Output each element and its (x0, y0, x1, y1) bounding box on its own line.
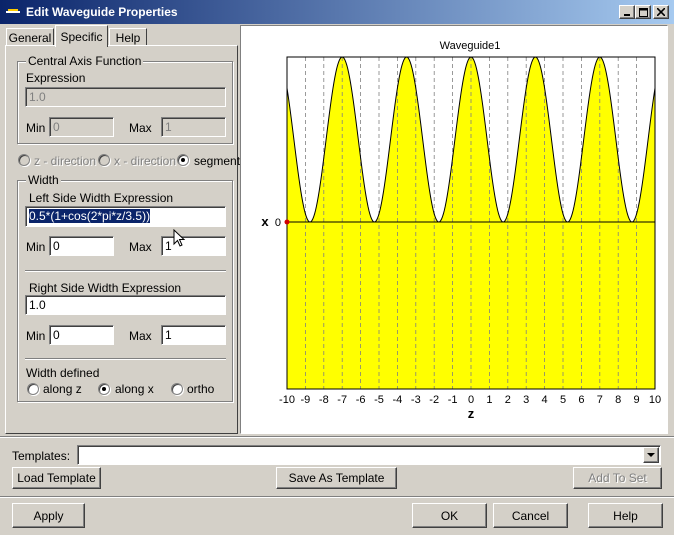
x-tick-label: -10 (279, 394, 295, 406)
segment-label: segment (194, 154, 241, 168)
width-separator-1 (25, 270, 226, 272)
templates-dropdown-button[interactable] (643, 447, 659, 463)
expression-label: Expression (26, 71, 86, 85)
right-min-label: Min (26, 329, 46, 343)
tab-general[interactable]: General (6, 28, 54, 46)
add-to-set-button[interactable]: Add To Set (573, 467, 662, 489)
z-direction-label: z - direction (34, 154, 97, 168)
ortho-label: ortho (187, 382, 215, 396)
tab-help[interactable]: Help (109, 28, 147, 46)
ortho-radio[interactable] (171, 383, 183, 395)
apply-button[interactable]: Apply (12, 503, 85, 528)
x-tick-label: 9 (634, 394, 640, 406)
x-tick-label: 7 (597, 394, 603, 406)
right-min-field[interactable]: 0 (49, 325, 114, 345)
minimize-button[interactable] (619, 5, 635, 19)
y-tick-label: 0 (275, 217, 281, 229)
chart-title: Waveguide1 (440, 40, 501, 52)
title-bar[interactable]: Edit Waveguide Properties (0, 0, 674, 24)
x-tick-label: 1 (486, 394, 492, 406)
maximize-button[interactable] (635, 5, 651, 19)
right-max-label: Max (129, 329, 152, 343)
x-direction-label: x - direction (114, 154, 177, 168)
x-tick-label: -8 (319, 394, 329, 406)
waveguide-chart[interactable]: Waveguide1 -10 -9 -8 -7 -6 -5 -4 -3 -2 -1 0 1 2 3 4 5 6 7… (241, 26, 667, 433)
chart-panel: Waveguide1 -10 -9 -8 -7 -6 -5 -4 -3 -2 -1 0 1 2 3 4 5 6 7… (240, 25, 668, 434)
x-tick-label: 8 (615, 394, 621, 406)
origin-marker (284, 219, 290, 225)
window-title: Edit Waveguide Properties (26, 5, 178, 19)
chevron-down-icon (647, 452, 655, 457)
along-z-radio[interactable] (27, 383, 39, 395)
width-group-label: Width (26, 173, 61, 187)
left-min-field[interactable]: 0 (49, 236, 114, 256)
left-min-label: Min (26, 240, 46, 254)
x-tick-label: 3 (523, 394, 529, 406)
help-button[interactable]: Help (588, 503, 663, 528)
central-axis-group-label: Central Axis Function (26, 54, 144, 68)
y-axis-label: x (261, 214, 269, 229)
x-tick-label: 5 (560, 394, 566, 406)
x-direction-radio[interactable] (98, 154, 110, 166)
right-width-label: Right Side Width Expression (29, 281, 182, 295)
x-tick-label: 10 (649, 394, 661, 406)
templates-separator (0, 436, 674, 438)
width-defined-label: Width defined (26, 366, 100, 380)
mouse-cursor-icon (173, 228, 187, 252)
segment-radio[interactable] (177, 154, 189, 166)
x-tick-label: -6 (356, 394, 366, 406)
footer-separator (0, 496, 674, 498)
x-tick-label: 2 (505, 394, 511, 406)
left-width-label: Left Side Width Expression (29, 191, 174, 205)
x-tick-label: -4 (393, 394, 403, 406)
left-max-field[interactable]: 1 (161, 236, 226, 256)
central-min-label: Min (26, 121, 46, 135)
x-tick-label: -2 (429, 394, 439, 406)
right-width-expression-field[interactable]: 1.0 (25, 295, 226, 315)
along-x-radio[interactable] (98, 383, 110, 395)
app-icon (5, 6, 21, 18)
along-z-label: along z (43, 382, 82, 396)
cancel-button[interactable]: Cancel (493, 503, 568, 528)
x-tick-label: 6 (578, 394, 584, 406)
width-separator-2 (25, 358, 226, 360)
central-max-field[interactable]: 1 (161, 117, 226, 137)
left-width-expression-value: 0.5*(1+cos(2*pi*z/3.5)) (29, 209, 151, 223)
left-max-label: Max (129, 240, 152, 254)
central-max-label: Max (129, 121, 152, 135)
central-expression-field[interactable]: 1.0 (25, 87, 226, 107)
load-template-button[interactable]: Load Template (12, 467, 101, 489)
x-tick-label: 0 (468, 394, 474, 406)
templates-combo[interactable] (77, 445, 661, 465)
tab-specific[interactable]: Specific (55, 25, 108, 47)
x-tick-label: -3 (411, 394, 421, 406)
x-tick-label: -1 (448, 394, 458, 406)
templates-label: Templates: (12, 449, 71, 463)
x-tick-label: -7 (337, 394, 347, 406)
close-button[interactable] (653, 5, 669, 19)
along-x-label: along x (115, 382, 154, 396)
right-max-field[interactable]: 1 (161, 325, 226, 345)
save-as-template-button[interactable]: Save As Template (276, 467, 397, 489)
left-width-expression-field[interactable]: 0.5*(1+cos(2*pi*z/3.5)) (25, 206, 226, 227)
ok-button[interactable]: OK (412, 503, 487, 528)
x-tick-label: 4 (542, 394, 548, 406)
x-axis-label: z (468, 406, 475, 421)
x-tick-label: -9 (301, 394, 311, 406)
central-min-field[interactable]: 0 (49, 117, 114, 137)
x-tick-label: -5 (374, 394, 384, 406)
z-direction-radio[interactable] (18, 154, 30, 166)
